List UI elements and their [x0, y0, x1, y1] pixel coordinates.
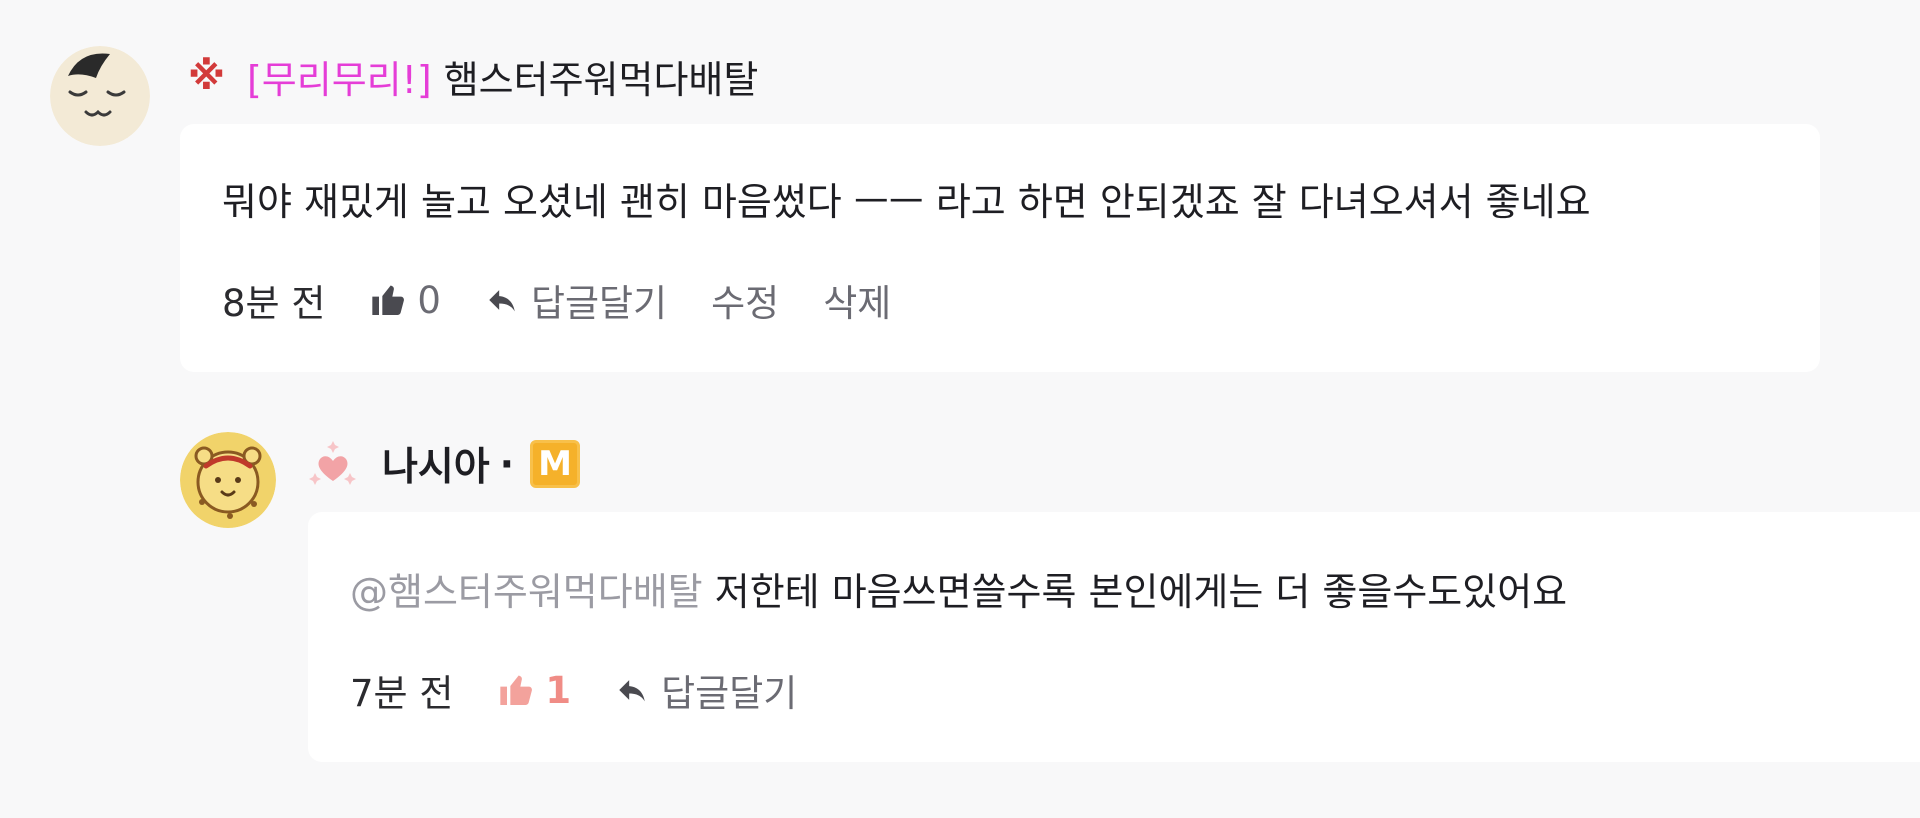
- timestamp: 8분 전: [222, 282, 326, 325]
- reply-arrow-icon: [619, 680, 645, 702]
- like-count: 1: [545, 668, 572, 712]
- edit-button[interactable]: 수정: [711, 273, 779, 327]
- avatar[interactable]: [180, 432, 276, 528]
- comment-bubble: [180, 124, 1820, 372]
- timestamp: 7분 전: [350, 672, 454, 715]
- bear-avatar-icon: [180, 432, 276, 528]
- reply-button[interactable]: 답글달기: [615, 663, 797, 717]
- like-count: 0: [417, 278, 441, 322]
- reply-arrow-icon: [489, 290, 515, 312]
- reply-body: 저한테 마음쓰면쓸수록 본인에게는 더 좋을수도있어요: [702, 570, 1568, 614]
- comment-header: ※ [무리무리!] 햄스터주워먹다배탈: [188, 48, 758, 104]
- thumbs-up-icon: [500, 675, 533, 705]
- title-tag: [무리무리!]: [246, 57, 432, 102]
- author-nickname[interactable]: 햄스터주워먹다배탈: [444, 49, 759, 104]
- reply-button[interactable]: 답글달기: [485, 273, 667, 327]
- like-button[interactable]: 0: [369, 279, 441, 322]
- mention-link[interactable]: @햄스터주워먹다배탈: [350, 570, 703, 614]
- author-nickname[interactable]: 나시아: [382, 436, 490, 492]
- separator: ·: [499, 442, 515, 486]
- m-badge-icon: M: [530, 440, 581, 488]
- reply-header: 나시아 · M: [306, 434, 581, 494]
- like-button[interactable]: 1: [497, 669, 571, 712]
- sleepy-face-avatar-icon: [50, 46, 150, 146]
- delete-button[interactable]: 삭제: [823, 273, 891, 327]
- reply-bubble: [308, 512, 1920, 762]
- thumbs-up-icon: [372, 285, 405, 315]
- avatar[interactable]: [50, 46, 150, 146]
- reply-actions: 7분 전 1 답글달기: [350, 662, 841, 718]
- reply-label: 답글달기: [530, 282, 668, 325]
- reply-text: @햄스터주워먹다배탈 저한테 마음쓰면쓸수록 본인에게는 더 좋을수도있어요: [350, 564, 1567, 620]
- comment-text: 뭐야 재밌게 놀고 오셨네 괜히 마음썼다 ㅡㅡ 라고 하면 안되겠죠 잘 다녀…: [222, 180, 1591, 224]
- comment-actions: 8분 전 0 답글달기 수정 삭제: [222, 272, 935, 328]
- rank-mark-icon: ※: [188, 54, 225, 98]
- reply-label: 답글달기: [661, 672, 798, 715]
- sparkle-heart-icon: [306, 437, 360, 491]
